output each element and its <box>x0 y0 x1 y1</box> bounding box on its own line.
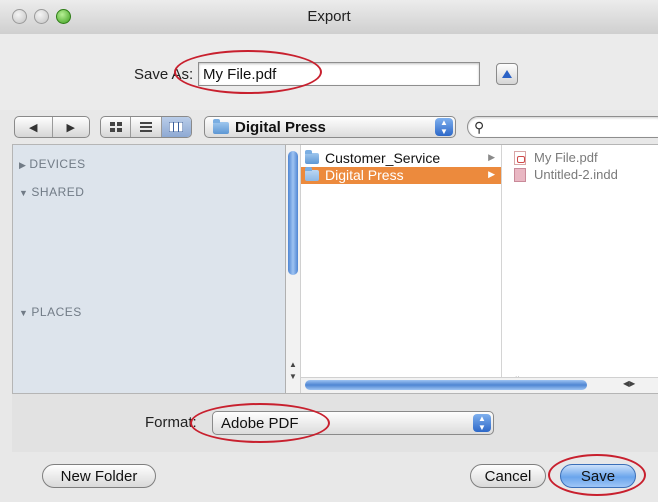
list-item-selected[interactable]: Digital Press ▶ <box>301 167 501 184</box>
chevron-right-icon: ▶ <box>488 152 495 162</box>
save-as-label: Save As: <box>134 66 194 83</box>
disclosure-up-icon <box>502 70 512 78</box>
column-view-button[interactable] <box>161 117 191 137</box>
indd-file-icon <box>514 168 526 182</box>
location-popup[interactable]: Digital Press ▲ ▼ <box>204 116 456 138</box>
location-label: Digital Press <box>235 119 326 136</box>
browser-column-1: Customer_Service ▶ Digital Press ▶ <box>301 145 501 393</box>
sidebar-section-places[interactable]: ▼ PLACES <box>19 305 82 319</box>
save-as-row: Save As: <box>0 34 658 110</box>
title-bar: Export <box>0 0 658 35</box>
popup-arrows-icon: ▲ ▼ <box>435 118 453 136</box>
forward-button[interactable]: ▶ <box>53 117 90 137</box>
popup-arrows-icon: ▲ ▼ <box>473 414 491 432</box>
new-folder-button[interactable]: New Folder <box>42 464 156 488</box>
file-browser: ▶ DEVICES ▼ SHARED ▼ PLACES ▲ ▼ Customer_Ser… <box>12 144 658 393</box>
grid-icon <box>109 122 122 132</box>
folder-icon <box>213 119 229 134</box>
cancel-button[interactable]: Cancel <box>470 464 546 488</box>
column-vertical-scrollbar[interactable]: ▲ ▼ <box>286 145 301 393</box>
expand-dialog-button[interactable] <box>496 63 518 85</box>
pdf-file-icon <box>514 151 526 165</box>
format-value: Adobe PDF <box>221 415 299 432</box>
scroll-arrows-icon[interactable]: ▲ ▼ <box>286 359 300 383</box>
list-view-button[interactable] <box>131 117 162 137</box>
list-icon <box>139 122 152 132</box>
folder-icon <box>305 167 319 181</box>
icon-view-button[interactable] <box>101 117 132 137</box>
column-divider[interactable] <box>501 145 502 393</box>
column-horizontal-scrollbar[interactable]: ◀▶ <box>301 377 658 393</box>
export-dialog: Export Save As: ◀ ▶ Digital Press ▲ <box>0 0 658 502</box>
browser-column-2: My File.pdf Untitled-2.indd <box>508 145 658 393</box>
scroll-arrows-icon[interactable]: ◀▶ <box>623 379 635 388</box>
scroll-thumb[interactable] <box>305 380 587 390</box>
chevron-right-icon: ▶ <box>488 169 495 179</box>
back-forward-control: ◀ ▶ <box>14 116 90 138</box>
sidebar-section-shared[interactable]: ▼ SHARED <box>19 185 84 199</box>
folder-icon <box>305 150 319 164</box>
save-button[interactable]: Save <box>560 464 636 488</box>
sidebar: ▶ DEVICES ▼ SHARED ▼ PLACES <box>13 145 286 393</box>
format-select[interactable]: Adobe PDF ▲ ▼ <box>212 411 494 435</box>
search-icon: ⚲ <box>474 119 485 135</box>
list-item[interactable]: Customer_Service ▶ <box>301 150 501 167</box>
back-button[interactable]: ◀ <box>15 117 53 137</box>
columns-icon <box>169 122 184 132</box>
disclosure-down-icon: ▼ <box>19 308 29 318</box>
disclosure-right-icon: ▶ <box>19 160 27 170</box>
toolbar: ◀ ▶ Digital Press ▲ ▼ ⚲ <box>0 110 658 144</box>
window-title: Export <box>307 8 351 25</box>
search-field[interactable]: ⚲ <box>467 116 658 138</box>
format-label: Format: <box>145 414 197 431</box>
save-as-input[interactable] <box>198 62 480 86</box>
format-panel: Format: Adobe PDF ▲ ▼ <box>12 393 658 452</box>
sidebar-section-devices[interactable]: ▶ DEVICES <box>19 157 86 171</box>
view-mode-control <box>100 116 192 138</box>
disclosure-down-icon: ▼ <box>19 188 29 198</box>
scroll-thumb[interactable] <box>288 151 298 275</box>
